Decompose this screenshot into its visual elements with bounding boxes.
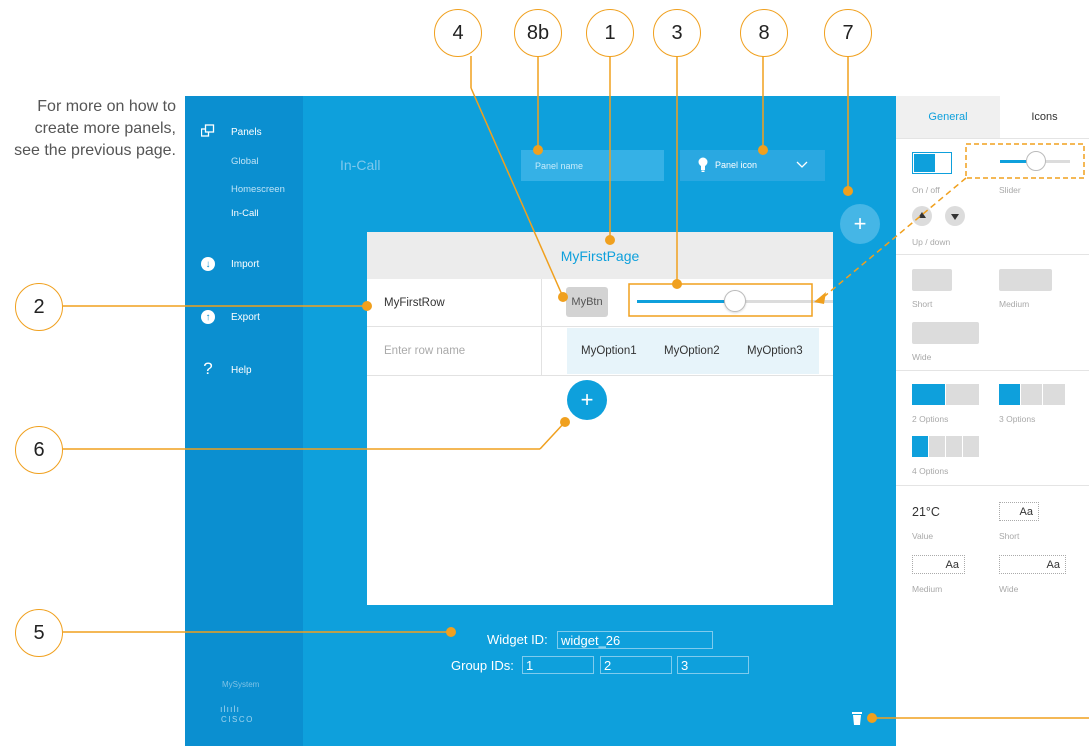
screenshot-root: For more on how to create more panels, s…: [0, 0, 1089, 746]
callout-8: 8: [740, 9, 788, 57]
callout-7: 7: [824, 9, 872, 57]
callout-8b: 8b: [514, 9, 562, 57]
callout-1: 1: [586, 9, 634, 57]
callout-4: 4: [434, 9, 482, 57]
annotation-overlay: [63, 56, 1089, 723]
callout-3: 3: [653, 9, 701, 57]
callout-2: 2: [15, 283, 63, 331]
callout-5: 5: [15, 609, 63, 657]
callout-6: 6: [15, 426, 63, 474]
